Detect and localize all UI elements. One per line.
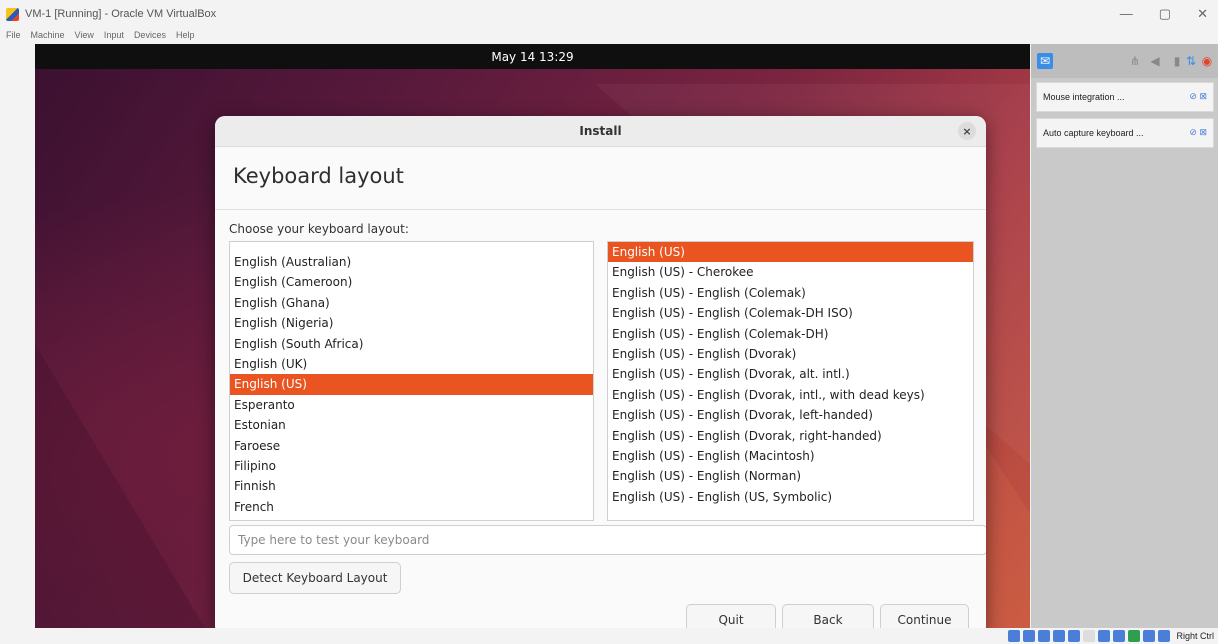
list-item[interactable]: English (Ghana) (230, 293, 593, 313)
close-window-button[interactable]: ✕ (1197, 6, 1208, 22)
display-status-icon[interactable] (1098, 630, 1111, 642)
list-item[interactable]: English (UK) (230, 354, 593, 374)
list-item-clipped (608, 507, 973, 517)
shared-folders-status-icon[interactable] (1083, 630, 1096, 642)
menu-help[interactable]: Help (176, 30, 195, 40)
notice-actions-icon[interactable]: ⊘ ⊠ (1189, 91, 1207, 102)
list-item[interactable]: English (US) - English (Dvorak, intl., w… (608, 385, 973, 405)
continue-button[interactable]: Continue (880, 604, 969, 628)
menu-view[interactable]: View (75, 30, 94, 40)
list-item[interactable]: Faroese (230, 436, 593, 456)
list-item[interactable]: Filipino (230, 456, 593, 476)
window-controls: — ▢ ✕ (1120, 6, 1208, 22)
list-item[interactable]: English (US) - English (Colemak-DH ISO) (608, 303, 973, 323)
menubar: File Machine View Input Devices Help (0, 28, 606, 42)
list-item[interactable]: English (US) - English (Colemak) (608, 283, 973, 303)
dialog-title: Install (579, 124, 622, 138)
clock[interactable]: May 14 13:29 (491, 50, 573, 64)
virtualbox-logo-icon (6, 7, 19, 21)
list-item-clipped (230, 242, 593, 252)
list-item[interactable]: Finnish (230, 476, 593, 496)
page-title: Keyboard layout (233, 164, 404, 188)
recording-status-icon[interactable] (1113, 630, 1126, 642)
list-item[interactable]: English (Nigeria) (230, 313, 593, 333)
network-icon[interactable]: ⋔ (1127, 53, 1143, 69)
list-item[interactable]: English (US) - English (Dvorak, alt. int… (608, 364, 973, 384)
usb-status-icon[interactable] (1068, 630, 1081, 642)
keyboard-test-input[interactable] (229, 525, 986, 555)
notification-center-icon[interactable]: ✉ (1037, 53, 1053, 69)
list-item[interactable]: English (US) - English (Dvorak) (608, 344, 973, 364)
menu-file[interactable]: File (6, 30, 21, 40)
list-item[interactable]: English (Cameroon) (230, 272, 593, 292)
menu-input[interactable]: Input (104, 30, 124, 40)
list-item-selected[interactable]: English (US) (230, 374, 593, 395)
quit-button[interactable]: Quit (686, 604, 776, 628)
network-status-icon[interactable] (1053, 630, 1066, 642)
layout-language-list[interactable]: English (Australian) English (Cameroon) … (229, 241, 594, 521)
close-icon[interactable]: × (958, 122, 976, 140)
menu-devices[interactable]: Devices (134, 30, 166, 40)
layout-variant-list[interactable]: English (US) English (US) - Cherokee Eng… (607, 241, 974, 521)
list-item[interactable]: English (US) - Cherokee (608, 262, 973, 282)
menu-machine[interactable]: Machine (31, 30, 65, 40)
list-item[interactable]: English (US) - English (Dvorak, right-ha… (608, 426, 973, 446)
window-title: VM-1 [Running] - Oracle VM VirtualBox (25, 8, 217, 20)
list-item[interactable]: English (US) - English (Colemak-DH) (608, 324, 973, 344)
optical-drive-icon[interactable] (1023, 630, 1036, 642)
list-item[interactable]: English (US) - English (Norman) (608, 466, 973, 486)
dialog-header: Install × (215, 116, 986, 147)
list-item[interactable]: English (US) - English (Dvorak, left-han… (608, 405, 973, 425)
notice-text: Mouse integration ... (1043, 92, 1125, 102)
vbox-statusbar: Right Ctrl (0, 628, 1218, 644)
list-item[interactable]: French (230, 497, 593, 517)
cpu-status-icon[interactable] (1128, 630, 1141, 642)
guest-screen[interactable]: May 14 13:29 Install × Keyboard layout C… (35, 44, 1030, 628)
guest-topbar: May 14 13:29 (35, 44, 1030, 69)
host-key-label: Right Ctrl (1176, 631, 1214, 641)
maximize-button[interactable]: ▢ (1159, 6, 1171, 22)
list-item[interactable]: English (US) - English (Macintosh) (608, 446, 973, 466)
capture-icon[interactable]: ◉ (1199, 53, 1215, 69)
divider (215, 209, 986, 210)
list-item[interactable]: English (Australian) (230, 252, 593, 272)
choose-layout-label: Choose your keyboard layout: (229, 222, 409, 236)
keyboard-status-icon[interactable] (1158, 630, 1171, 642)
hard-disk-icon[interactable] (1008, 630, 1021, 642)
keyboard-capture-notice[interactable]: Auto capture keyboard ... ⊘ ⊠ (1036, 118, 1214, 148)
list-item-selected[interactable]: English (US) (608, 242, 973, 263)
detect-keyboard-layout-button[interactable]: Detect Keyboard Layout (229, 562, 401, 594)
notice-actions-icon[interactable]: ⊘ ⊠ (1189, 127, 1207, 138)
list-item[interactable]: English (US) - English (US, Symbolic) (608, 487, 973, 507)
minimize-button[interactable]: — (1120, 6, 1133, 22)
window-titlebar: VM-1 [Running] - Oracle VM VirtualBox — … (0, 0, 1218, 28)
notice-text: Auto capture keyboard ... (1043, 128, 1144, 138)
audio-icon[interactable]: ◀ (1147, 53, 1163, 69)
notification-toolbar: ✉ ⋔ ◀ ▮ ⇅ ◉ (1031, 44, 1218, 78)
vbox-notification-panel: ✉ ⋔ ◀ ▮ ⇅ ◉ Mouse integration ... ⊘ ⊠ Au… (1031, 44, 1218, 628)
list-item[interactable]: Esperanto (230, 395, 593, 415)
mouse-integration-notice[interactable]: Mouse integration ... ⊘ ⊠ (1036, 82, 1214, 112)
audio-status-icon[interactable] (1038, 630, 1051, 642)
mouse-status-icon[interactable] (1143, 630, 1156, 642)
shared-folder-icon[interactable]: ⇅ (1183, 53, 1199, 69)
list-item[interactable]: Estonian (230, 415, 593, 435)
back-button[interactable]: Back (782, 604, 874, 628)
install-dialog: Install × Keyboard layout Choose your ke… (215, 116, 986, 628)
list-item[interactable]: English (South Africa) (230, 334, 593, 354)
